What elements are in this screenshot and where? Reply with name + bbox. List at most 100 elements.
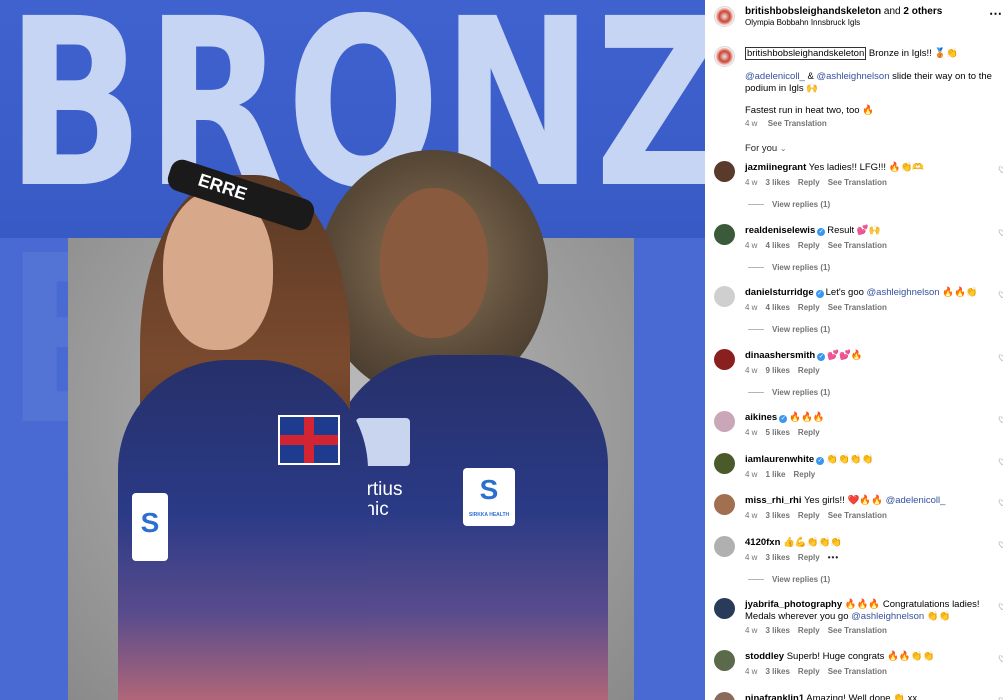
like-heart-icon[interactable]: ♡: [998, 540, 1003, 551]
comment-meta: 4 w 3 likes Reply See Translation: [745, 178, 895, 187]
reply-button[interactable]: Reply: [798, 553, 820, 562]
reply-button[interactable]: Reply: [798, 428, 820, 437]
view-replies-button[interactable]: View replies (1): [748, 325, 830, 334]
mention-ashleighnelson[interactable]: @ashleighnelson: [816, 71, 889, 82]
see-translation-button[interactable]: See Translation: [828, 178, 887, 187]
comment-username[interactable]: jazmiinegrant: [745, 162, 806, 173]
comment-avatar[interactable]: [714, 692, 735, 700]
caption-avatar[interactable]: [714, 46, 735, 67]
sponsor-badge-right: S SIRKKA HEALTH: [463, 468, 515, 526]
comment-likes[interactable]: 9 likes: [765, 366, 789, 375]
comment-avatar[interactable]: [714, 411, 735, 432]
comment-likes[interactable]: 3 likes: [765, 178, 789, 187]
comment-username[interactable]: jyabrifa_photography: [745, 599, 842, 610]
comment-body: miss_rhi_rhi Yes girls!! ❤️🔥🔥 @adelenico…: [745, 495, 997, 507]
comment-likes[interactable]: 3 likes: [765, 553, 789, 562]
image-side-panel-right: [634, 238, 705, 700]
reply-button[interactable]: Reply: [798, 667, 820, 676]
see-translation-button[interactable]: See Translation: [828, 667, 887, 676]
comment-more-icon[interactable]: •••: [828, 553, 839, 562]
caption-username[interactable]: britishbobsleighandskeleton: [745, 47, 867, 60]
view-replies-button[interactable]: View replies (1): [748, 575, 830, 584]
comment-avatar[interactable]: [714, 453, 735, 474]
like-heart-icon[interactable]: ♡: [998, 165, 1003, 176]
post-location[interactable]: Olympia Bobbahn Innsbruck Igls: [745, 18, 860, 27]
see-translation-button[interactable]: See Translation: [828, 626, 887, 635]
comment-mention[interactable]: @ashleighnelson: [867, 287, 940, 298]
like-heart-icon[interactable]: ♡: [998, 457, 1003, 468]
comment-sort-dropdown[interactable]: For you ⌄: [745, 143, 787, 154]
comment-meta: 4 w 3 likes Reply See Translation: [745, 511, 895, 520]
like-heart-icon[interactable]: ♡: [998, 290, 1003, 301]
author-username[interactable]: britishbobsleighandskeleton: [745, 6, 881, 17]
comment-username[interactable]: danielsturridge: [745, 287, 814, 298]
comment-mention[interactable]: @ashleighnelson: [851, 611, 924, 622]
like-heart-icon[interactable]: ♡: [998, 415, 1003, 426]
view-replies-button[interactable]: View replies (1): [748, 388, 830, 397]
comment-avatar[interactable]: [714, 536, 735, 557]
comment-time: 4 w: [745, 428, 758, 437]
comment-username[interactable]: ninafranklin1: [745, 693, 804, 700]
like-heart-icon[interactable]: ♡: [998, 696, 1003, 700]
comment-avatar[interactable]: [714, 286, 735, 307]
comment-avatar[interactable]: [714, 224, 735, 245]
reply-button[interactable]: Reply: [798, 366, 820, 375]
caption-text-1: Bronze in Igls!! 🥉👏: [868, 48, 959, 59]
comment-username[interactable]: dinaashersmith: [745, 350, 815, 361]
athlete-left: ERRE S: [118, 156, 368, 700]
comment-avatar[interactable]: [714, 161, 735, 182]
mention-adelenicoll[interactable]: @adelenicoll_: [745, 71, 805, 82]
comment-username[interactable]: iamlaurenwhite: [745, 454, 814, 465]
athlete-right-suit: [330, 355, 608, 700]
more-options-icon[interactable]: ⋯: [989, 6, 1003, 22]
comment-likes[interactable]: 3 likes: [765, 667, 789, 676]
chevron-down-icon: ⌄: [779, 144, 787, 153]
comment-body: ninafranklin1 Amazing! Well done 👏 xx: [745, 693, 997, 700]
see-translation-button[interactable]: See Translation: [828, 241, 887, 250]
comment-likes[interactable]: 3 likes: [765, 626, 789, 635]
reply-button[interactable]: Reply: [798, 241, 820, 250]
like-heart-icon[interactable]: ♡: [998, 602, 1003, 613]
reply-button[interactable]: Reply: [798, 303, 820, 312]
comment-text: 👍💪👏👏👏: [783, 537, 843, 548]
view-replies-button[interactable]: View replies (1): [748, 200, 830, 209]
author-avatar[interactable]: [714, 6, 735, 27]
reply-button[interactable]: Reply: [798, 626, 820, 635]
like-heart-icon[interactable]: ♡: [998, 498, 1003, 509]
collab-others[interactable]: 2 others: [903, 6, 942, 17]
comment-text: Amazing! Well done 👏 xx: [806, 693, 918, 700]
like-heart-icon[interactable]: ♡: [998, 353, 1003, 364]
verified-badge-icon: ✓: [815, 290, 824, 298]
athlete-right-face: [380, 188, 488, 338]
comment-text: 🔥🔥🔥: [789, 412, 825, 423]
comment-likes[interactable]: 4 likes: [765, 303, 789, 312]
comment-likes[interactable]: 5 likes: [765, 428, 789, 437]
comment-time: 4 w: [745, 241, 758, 250]
view-replies-button[interactable]: View replies (1): [748, 263, 830, 272]
comment-avatar[interactable]: [714, 349, 735, 370]
comment-username[interactable]: stoddley: [745, 651, 784, 662]
reply-button[interactable]: Reply: [798, 511, 820, 520]
comment-likes[interactable]: 4 likes: [765, 241, 789, 250]
like-heart-icon[interactable]: ♡: [998, 654, 1003, 665]
comment-mention[interactable]: @adelenicoll_: [886, 495, 946, 506]
reply-button[interactable]: Reply: [793, 470, 815, 479]
comment-text-end: 🔥🔥👏: [942, 287, 978, 298]
reply-button[interactable]: Reply: [798, 178, 820, 187]
comment-avatar[interactable]: [714, 650, 735, 671]
comment-text: Let's goo: [825, 287, 864, 298]
comment-likes[interactable]: 1 like: [765, 470, 785, 479]
comment-body: stoddley Superb! Huge congrats 🔥🔥👏👏: [745, 651, 997, 663]
see-translation-button[interactable]: See Translation: [828, 511, 887, 520]
caption-line-3: Fastest run in heat two, too 🔥: [745, 105, 875, 116]
comment-avatar[interactable]: [714, 598, 735, 619]
like-heart-icon[interactable]: ♡: [998, 228, 1003, 239]
see-translation-button[interactable]: See Translation: [828, 303, 887, 312]
comment-likes[interactable]: 3 likes: [765, 511, 789, 520]
caption-see-translation[interactable]: See Translation: [768, 119, 827, 128]
comment-username[interactable]: 4120fxn: [745, 537, 780, 548]
comment-username[interactable]: realdeniselewis: [745, 225, 815, 236]
comment-username[interactable]: miss_rhi_rhi: [745, 495, 802, 506]
comment-avatar[interactable]: [714, 494, 735, 515]
comment-username[interactable]: aikines: [745, 412, 777, 423]
